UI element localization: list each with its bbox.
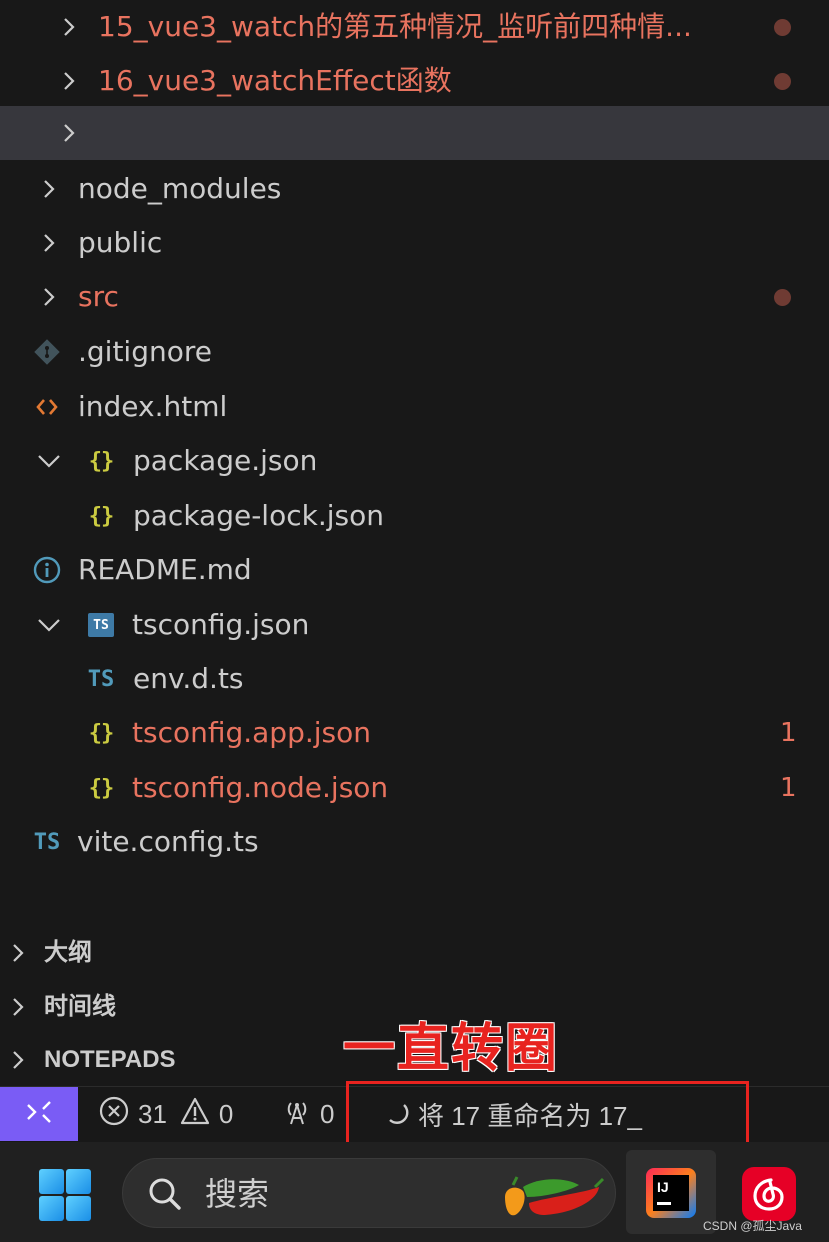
warning-count: 0 bbox=[218, 1098, 234, 1129]
chevron-right-icon[interactable] bbox=[36, 216, 62, 270]
tree-row-gitignore[interactable]: .gitignore bbox=[0, 325, 829, 379]
remote-indicator-button[interactable] bbox=[0, 1087, 78, 1141]
json-icon: {} bbox=[88, 503, 115, 529]
warning-icon bbox=[179, 1096, 219, 1133]
modified-dot-badge bbox=[774, 73, 791, 90]
folder-label: 16_vue3_watchEffect函数 bbox=[98, 64, 452, 97]
tree-row-public[interactable]: public bbox=[0, 216, 829, 270]
file-label: README.md bbox=[78, 553, 252, 586]
intellij-icon: IJ bbox=[646, 1168, 696, 1218]
file-label: .gitignore bbox=[78, 335, 212, 368]
tree-row-package-lock-json[interactable]: {} package-lock.json bbox=[0, 489, 829, 543]
info-icon bbox=[30, 543, 64, 597]
tree-row-tsconfig-json[interactable]: TS tsconfig.json bbox=[0, 598, 829, 652]
file-label: tsconfig.json bbox=[132, 608, 310, 641]
chili-pepper-icon bbox=[499, 1167, 609, 1227]
search-icon bbox=[147, 1176, 183, 1216]
file-label: index.html bbox=[78, 390, 228, 423]
problem-count-badge: 1 bbox=[780, 773, 797, 803]
section-title: NOTEPADS bbox=[44, 1046, 176, 1073]
json-icon: {} bbox=[88, 775, 115, 801]
chevron-right-icon[interactable] bbox=[36, 162, 62, 216]
tree-row-folder-16[interactable]: 16_vue3_watchEffect函数 bbox=[0, 54, 829, 108]
chevron-right-icon[interactable] bbox=[56, 106, 82, 160]
tree-row-folder-renaming[interactable] bbox=[0, 106, 829, 160]
file-label: package.json bbox=[133, 444, 318, 477]
chevron-right-icon[interactable] bbox=[6, 980, 30, 1034]
json-icon: {} bbox=[88, 720, 115, 746]
chevron-right-icon[interactable] bbox=[6, 926, 30, 980]
json-icon: {} bbox=[88, 448, 115, 474]
modified-dot-badge bbox=[774, 19, 791, 36]
ts-icon: TS bbox=[87, 666, 115, 692]
taskbar-search-box[interactable]: 搜索 bbox=[122, 1158, 616, 1228]
folder-label: 15_vue3_watch的第五种情况_监听前四种情... bbox=[98, 10, 692, 43]
tree-row-node-modules[interactable]: node_modules bbox=[0, 162, 829, 216]
ts-icon: TS bbox=[33, 829, 61, 855]
file-label: env.d.ts bbox=[133, 662, 244, 695]
git-icon bbox=[30, 325, 64, 379]
file-label: vite.config.ts bbox=[77, 825, 259, 858]
problem-count-badge: 1 bbox=[780, 718, 797, 748]
annotation-label: 一直转圈 bbox=[343, 1019, 560, 1079]
tree-row-tsconfig-node-json[interactable]: {} tsconfig.node.json 1 bbox=[0, 761, 829, 815]
file-label: tsconfig.node.json bbox=[132, 771, 389, 804]
intellij-label: IJ bbox=[657, 1179, 669, 1195]
html-icon bbox=[30, 380, 64, 434]
ports-count: 0 bbox=[320, 1098, 335, 1129]
tree-row-readme[interactable]: README.md bbox=[0, 543, 829, 597]
broadcast-icon bbox=[282, 1096, 320, 1133]
chevron-right-icon[interactable] bbox=[56, 0, 82, 54]
chevron-down-icon[interactable] bbox=[36, 434, 62, 488]
remote-icon bbox=[24, 1099, 54, 1129]
netease-music-icon bbox=[753, 1178, 784, 1211]
netease-music-app-button[interactable] bbox=[742, 1167, 796, 1221]
file-label: package-lock.json bbox=[133, 499, 384, 532]
tree-row-index-html[interactable]: index.html bbox=[0, 380, 829, 434]
tree-row-package-json[interactable]: {} package.json bbox=[0, 434, 829, 488]
chevron-right-icon[interactable] bbox=[36, 270, 62, 324]
csdn-watermark: CSDN @孤尘Java bbox=[703, 1219, 802, 1233]
error-count: 31 bbox=[138, 1098, 167, 1129]
tree-row-vite-config-ts[interactable]: TS vite.config.ts bbox=[0, 815, 829, 869]
section-outline[interactable]: 大纲 bbox=[0, 926, 829, 980]
chevron-down-icon[interactable] bbox=[36, 598, 62, 652]
chevron-right-icon[interactable] bbox=[6, 1033, 30, 1087]
tree-row-tsconfig-app-json[interactable]: {} tsconfig.app.json 1 bbox=[0, 706, 829, 760]
section-title: 大纲 bbox=[44, 939, 92, 966]
folder-label: node_modules bbox=[78, 172, 282, 205]
file-label: tsconfig.app.json bbox=[132, 716, 371, 749]
file-explorer-tree: 15_vue3_watch的第五种情况_监听前四种情... 16_vue3_wa… bbox=[0, 0, 829, 880]
folder-label: public bbox=[78, 226, 163, 259]
tsconfig-icon: TS bbox=[88, 613, 114, 637]
tree-row-folder-15[interactable]: 15_vue3_watch的第五种情况_监听前四种情... bbox=[0, 0, 829, 54]
folder-label: src bbox=[78, 280, 119, 313]
tree-row-env-d-ts[interactable]: TS env.d.ts bbox=[0, 652, 829, 706]
search-placeholder: 搜索 bbox=[205, 1175, 270, 1213]
section-title: 时间线 bbox=[44, 993, 116, 1020]
windows-start-icon[interactable] bbox=[38, 1168, 92, 1222]
chevron-right-icon[interactable] bbox=[56, 54, 82, 108]
modified-dot-badge bbox=[774, 289, 791, 306]
ports-indicator[interactable]: 0 bbox=[282, 1087, 334, 1141]
problems-indicator[interactable]: 31 0 bbox=[98, 1087, 233, 1141]
error-icon bbox=[98, 1095, 138, 1134]
annotation-highlight-box bbox=[346, 1081, 749, 1147]
tree-row-src[interactable]: src bbox=[0, 270, 829, 324]
